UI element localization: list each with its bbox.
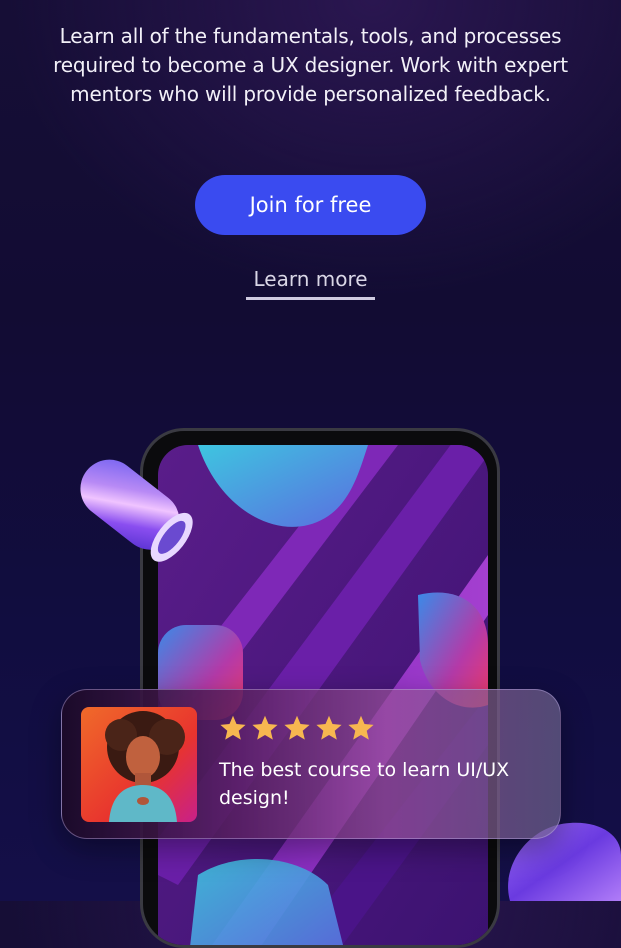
join-for-free-button[interactable]: Join for free [195, 175, 426, 235]
star-icon [220, 715, 246, 740]
star-icon [316, 715, 342, 740]
hero-description: Learn all of the fundamentals, tools, an… [53, 24, 568, 106]
review-text: The best course to learn UI/UX design! [219, 759, 510, 809]
review-card: The best course to learn UI/UX design! [61, 689, 561, 839]
reviewer-avatar [81, 707, 197, 822]
star-icon [284, 715, 310, 740]
learn-more-link[interactable]: Learn more [246, 266, 375, 300]
holographic-tube [80, 459, 193, 562]
rating-stars [219, 714, 375, 742]
star-icon [252, 715, 278, 740]
star-icon [348, 715, 374, 740]
